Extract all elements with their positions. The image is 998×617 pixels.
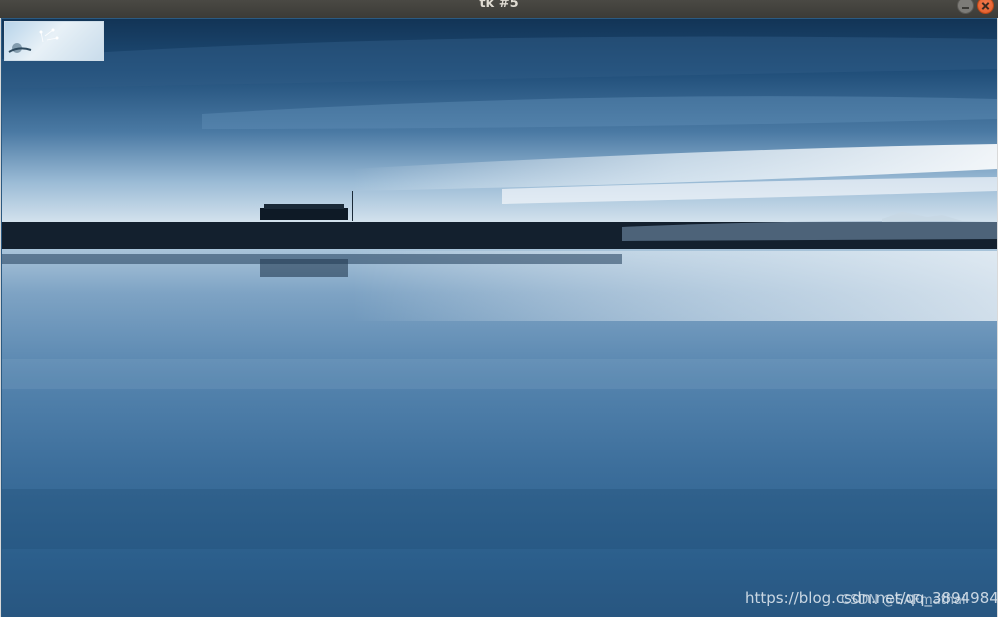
- thumbnail-image[interactable]: [4, 21, 104, 61]
- titlebar[interactable]: tk #5: [0, 0, 998, 18]
- image-canvas: https://blog.csdn.net/qq_38949847 CSDN @…: [0, 18, 998, 617]
- watermark-author: CSDN @SAFmathai: [841, 593, 966, 608]
- app-window: tk #5 https://blog.csdn.net/qq_38949847 …: [0, 0, 998, 617]
- dandelion-icon: [8, 28, 59, 53]
- seascape-image: [2, 19, 997, 617]
- window-title: tk #5: [479, 0, 519, 11]
